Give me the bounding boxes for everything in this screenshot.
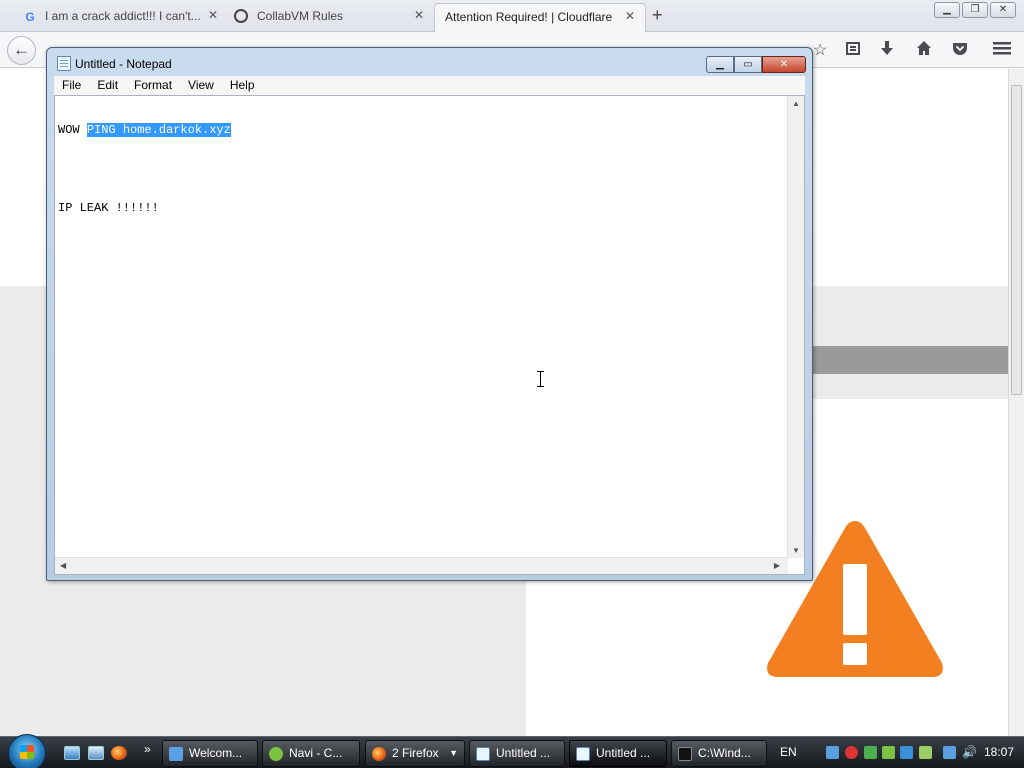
text-selection: PING home.darkok.xyz [86,123,231,137]
firefox-icon[interactable] [111,746,127,760]
taskbar-item-cmd[interactable]: C:\Wind... [671,740,767,767]
taskbar-item-label: Welcom... [189,746,243,760]
google-icon: G [25,10,35,24]
taskbar: » Welcom... Navi - C... 2 Firefox ▼ Unti… [0,734,1024,768]
firefox-icon [372,747,386,761]
scroll-up-icon[interactable]: ▲ [792,99,800,108]
taskbar-item-label: 2 Firefox [392,746,439,760]
notepad-close-button[interactable]: ✕ [762,56,806,73]
taskbar-item-navi[interactable]: Navi - C... [262,740,360,767]
menu-edit[interactable]: Edit [89,76,126,95]
menu-view[interactable]: View [180,76,222,95]
collabvm-icon [234,9,248,23]
notepad-minimize-button[interactable]: ▁ [706,56,734,73]
text-line-2 [58,163,231,176]
taskbar-item-label: C:\Wind... [698,746,751,760]
tab-collabvm-rules[interactable]: CollabVM Rules ✕ [212,3,434,32]
taskbar-item-notepad-1[interactable]: Untitled ... [469,740,565,767]
notepad-menubar: File Edit Format View Help [54,76,805,95]
browser-minimize-button[interactable]: ▁ [934,2,960,18]
navi-icon [269,747,283,761]
notepad-icon [476,747,490,761]
tab-cloudflare[interactable]: Attention Required! | Cloudflare ✕ [434,3,646,32]
volume-icon[interactable]: 🔊 [962,746,977,759]
scroll-left-icon[interactable]: ◀ [60,561,66,570]
update-icon[interactable] [882,746,895,759]
text-plain: WOW [58,123,87,137]
menu-format[interactable]: Format [126,76,180,95]
notepad-icon [57,56,71,71]
language-indicator[interactable]: EN [780,745,797,759]
browser-maximize-button[interactable]: ❐ [962,2,988,18]
text-cursor-icon [537,371,544,387]
new-tab-button[interactable]: + [652,5,663,26]
page-scrollbar[interactable] [1008,69,1024,736]
text-line-3: IP LEAK !!!!!! [58,201,159,215]
pocket-icon[interactable] [952,40,968,61]
taskbar-item-welcome[interactable]: Welcom... [162,740,258,767]
notepad-window: Untitled - Notepad ▁ ▭ ✕ File Edit Forma… [46,47,813,581]
tab-google[interactable]: G I am a crack addict!!! I can't... ✕ [0,3,228,32]
notepad-vertical-scrollbar[interactable]: ▲ ▼ [787,96,804,558]
notepad-text-area[interactable]: WOW PING home.darkok.xyz IP LEAK !!!!!! … [54,95,805,575]
taskbar-item-label: Untitled ... [596,746,651,760]
chevron-down-icon: ▼ [449,748,458,758]
notepad-text: WOW PING home.darkok.xyz IP LEAK !!!!!! [58,98,231,241]
notepad-horizontal-scrollbar[interactable]: ◀ ▶ [55,557,788,574]
network-icon[interactable] [826,746,839,759]
page-scrollbar-thumb[interactable] [1011,85,1022,395]
download-icon[interactable] [880,40,894,61]
menu-help[interactable]: Help [222,76,263,95]
taskbar-overflow-icon[interactable]: » [144,742,151,756]
document-icon [169,747,183,761]
display-icon[interactable] [900,746,913,759]
tab-label: Attention Required! | Cloudflare [445,10,613,24]
page-dark-bar [812,346,1008,374]
text-line-1: WOW PING home.darkok.xyz [58,123,231,137]
tab-label: I am a crack addict!!! I can't... [45,9,201,23]
taskbar-item-notepad-2[interactable]: Untitled ... [569,740,667,767]
sync-icon[interactable] [864,746,877,759]
tab-close-icon[interactable]: ✕ [625,9,635,23]
taskbar-item-label: Untitled ... [496,746,551,760]
notepad-window-controls: ▁ ▭ ✕ [706,56,806,73]
home-icon[interactable] [916,40,932,61]
notepad-icon [576,747,590,761]
notepad-title: Untitled - Notepad [75,57,172,71]
star-icon[interactable]: ☆ [813,40,827,60]
security-alert-icon[interactable] [845,746,858,759]
back-arrow-icon[interactable]: ← [7,36,36,65]
tab-label: CollabVM Rules [257,9,344,23]
browser-close-button[interactable]: ✕ [990,2,1016,18]
scroll-down-icon[interactable]: ▼ [792,546,800,555]
taskbar-item-firefox[interactable]: 2 Firefox ▼ [365,740,465,767]
connection-icon[interactable] [943,746,956,759]
menu-icon[interactable] [993,40,1011,61]
browser-window-controls: ▁ ❐ ✕ [934,2,1016,18]
tab-close-icon[interactable]: ✕ [414,8,424,22]
browser-tab-bar: G I am a crack addict!!! I can't... ✕ Co… [0,0,1024,32]
scroll-right-icon[interactable]: ▶ [774,561,780,570]
battery-icon[interactable] [919,746,932,759]
show-desktop-icon[interactable] [64,746,80,760]
windows-orb-icon[interactable] [8,734,46,768]
reading-list-icon[interactable] [845,40,861,61]
cmd-icon [678,747,692,761]
notepad-maximize-button[interactable]: ▭ [734,56,762,73]
switch-windows-icon[interactable] [88,746,104,760]
clock[interactable]: 18:07 [984,745,1014,759]
menu-file[interactable]: File [54,76,89,95]
taskbar-item-label: Navi - C... [289,746,343,760]
